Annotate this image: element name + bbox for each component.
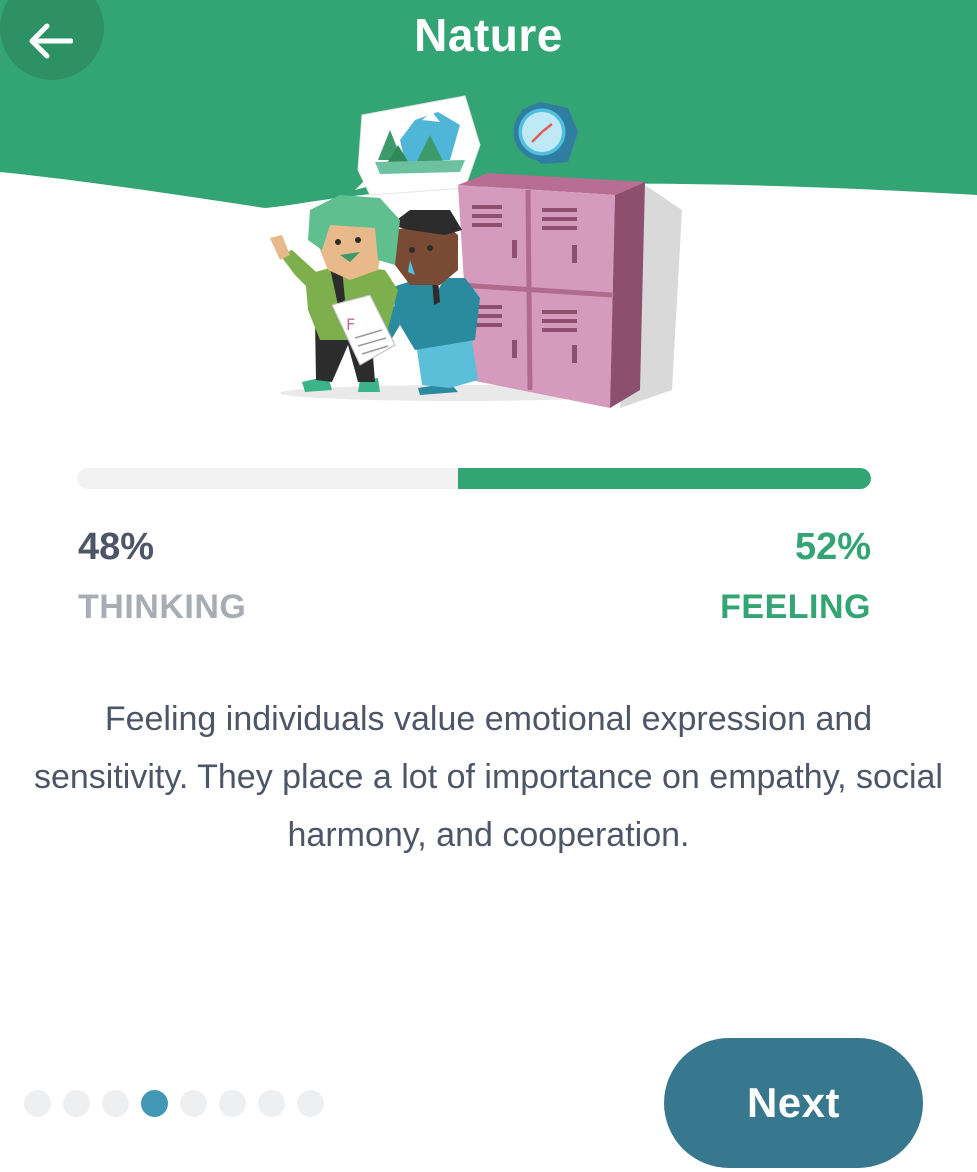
page-dot (258, 1090, 285, 1117)
trait-progress-bar (77, 468, 871, 489)
svg-text:F: F (346, 315, 355, 334)
page-indicator (24, 1090, 324, 1117)
thinking-label: THINKING (78, 588, 247, 626)
girl-character-icon: F (270, 195, 400, 392)
feeling-label: FEELING (720, 588, 871, 626)
page-dot (219, 1090, 246, 1117)
trait-progress-fill (458, 468, 871, 489)
trait-result-screen: Nature F 48% 52% THINKING FEELING Feelin… (0, 0, 977, 1172)
thinking-percentage: 48% (78, 526, 155, 568)
thought-bubble-icon (355, 95, 481, 196)
feeling-percentage: 52% (794, 526, 871, 568)
trait-description: Feeling individuals value emotional expr… (33, 700, 943, 854)
page-dot (24, 1090, 51, 1117)
lockers-icon (458, 173, 645, 408)
page-dot (102, 1090, 129, 1117)
page-title: Nature (414, 9, 563, 61)
next-button[interactable]: Next (664, 1038, 923, 1168)
page-dot (297, 1090, 324, 1117)
page-dot-active (141, 1090, 168, 1117)
page-dot (63, 1090, 90, 1117)
students-lockers-illustration: F (270, 95, 682, 408)
clock-icon (513, 102, 578, 164)
page-dot (180, 1090, 207, 1117)
